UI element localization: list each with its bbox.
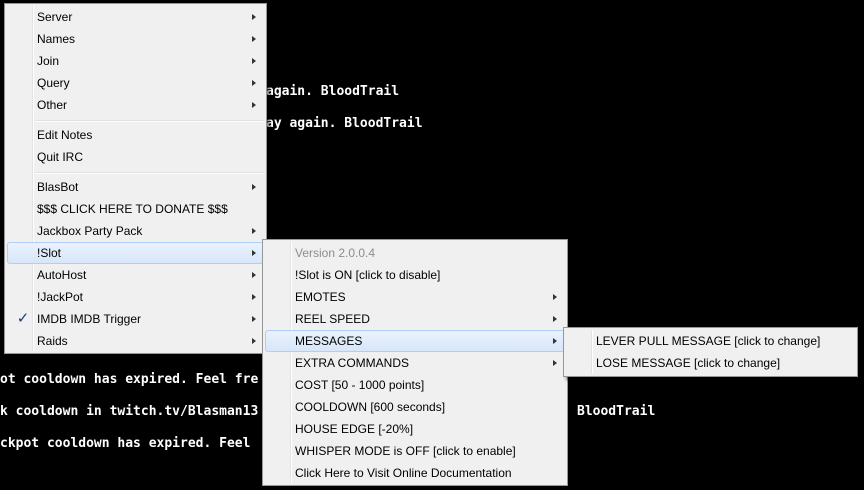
menu-item-cooldown[interactable]: COOLDOWN [600 seconds] (265, 396, 565, 418)
menu-item-label: LEVER PULL MESSAGE [click to change] (596, 334, 821, 348)
console-line-1: again. BloodTrail (266, 84, 400, 99)
submenu-arrow-icon (553, 294, 557, 300)
submenu-arrow-icon (252, 36, 256, 42)
menu-item-label: !JackPot (37, 290, 84, 304)
submenu-arrow-icon (252, 294, 256, 300)
menu-item-raids[interactable]: Raids (7, 330, 264, 352)
messages-submenu: LEVER PULL MESSAGE [click to change] LOS… (563, 327, 858, 377)
submenu-arrow-icon (252, 58, 256, 64)
menu-item-label: Version 2.0.0.4 (295, 246, 376, 260)
menu-item-whisper-mode[interactable]: WHISPER MODE is OFF [click to enable] (265, 440, 565, 462)
menu-item-donate[interactable]: $$$ CLICK HERE TO DONATE $$$ (7, 198, 264, 220)
menu-item-query[interactable]: Query (7, 72, 264, 94)
console-line-3: ot cooldown has expired. Feel fre (0, 372, 259, 387)
menu-item-label: Jackbox Party Pack (37, 224, 143, 238)
menu-item-label: Names (37, 32, 76, 46)
submenu-arrow-icon (252, 102, 256, 108)
menu-item-join[interactable]: Join (7, 50, 264, 72)
console-line-4-suffix: BloodTrail (577, 404, 656, 419)
menu-item-label: REEL SPEED (295, 312, 370, 326)
submenu-arrow-icon (553, 316, 557, 322)
menu-item-names[interactable]: Names (7, 28, 264, 50)
menu-item-extra-commands[interactable]: EXTRA COMMANDS (265, 352, 565, 374)
submenu-arrow-icon (252, 228, 256, 234)
submenu-arrow-icon (252, 338, 256, 344)
menu-item-messages[interactable]: MESSAGES (265, 330, 565, 352)
menu-item-label: $$$ CLICK HERE TO DONATE $$$ (37, 202, 228, 216)
menu-item-label: HOUSE EDGE [-20%] (295, 422, 414, 436)
console-line-2: ay again. BloodTrail (266, 116, 423, 131)
menu-item-label: Click Here to Visit Online Documentation (295, 466, 512, 480)
menu-item-autohost[interactable]: AutoHost (7, 264, 264, 286)
menu-item-jackpot[interactable]: !JackPot (7, 286, 264, 308)
submenu-arrow-icon (252, 272, 256, 278)
menu-item-label: Quit IRC (37, 150, 84, 164)
menu-item-label: !Slot (37, 246, 62, 260)
menu-item-label: Query (37, 76, 70, 90)
menu-item-edit-notes[interactable]: Edit Notes (7, 124, 264, 146)
menu-item-label: Edit Notes (37, 128, 93, 142)
menu-item-reel-speed[interactable]: REEL SPEED (265, 308, 565, 330)
menu-item-house-edge[interactable]: HOUSE EDGE [-20%] (265, 418, 565, 440)
menu-item-version: Version 2.0.0.4 (265, 242, 565, 264)
menu-item-server[interactable]: Server (7, 6, 264, 28)
menu-item-label: COST [50 - 1000 points] (295, 378, 425, 392)
submenu-arrow-icon (252, 184, 256, 190)
menu-item-online-docs[interactable]: Click Here to Visit Online Documentation (265, 462, 565, 484)
menu-item-label: EMOTES (295, 290, 346, 304)
menu-separator (35, 120, 264, 122)
menu-item-imdb[interactable]: ✓ IMDB IMDB Trigger (7, 308, 264, 330)
submenu-arrow-icon (553, 360, 557, 366)
submenu-arrow-icon (553, 338, 557, 344)
menu-item-label: MESSAGES (295, 334, 363, 348)
submenu-arrow-icon (252, 250, 256, 256)
menu-item-label: !Slot is ON [click to disable] (295, 268, 441, 282)
menu-item-label: LOSE MESSAGE [click to change] (596, 356, 781, 370)
menu-item-label: WHISPER MODE is OFF [click to enable] (295, 444, 516, 458)
menu-item-lever-pull-message[interactable]: LEVER PULL MESSAGE [click to change] (566, 330, 855, 352)
menu-item-label: Join (37, 54, 60, 68)
menu-item-slot-toggle[interactable]: !Slot is ON [click to disable] (265, 264, 565, 286)
main-context-menu: Server Names Join Query Other Edit Notes… (4, 3, 267, 354)
menu-item-label: COOLDOWN [600 seconds] (295, 400, 446, 414)
slot-submenu: Version 2.0.0.4 !Slot is ON [click to di… (262, 239, 568, 486)
menu-item-emotes[interactable]: EMOTES (265, 286, 565, 308)
menu-item-label: EXTRA COMMANDS (295, 356, 410, 370)
menu-item-label: Raids (37, 334, 68, 348)
menu-item-cost[interactable]: COST [50 - 1000 points] (265, 374, 565, 396)
menu-item-lose-message[interactable]: LOSE MESSAGE [click to change] (566, 352, 855, 374)
menu-item-label: BlasBot (37, 180, 79, 194)
menu-item-label: AutoHost (37, 268, 87, 282)
menu-item-blasbot[interactable]: BlasBot (7, 176, 264, 198)
console-line-5: ckpot cooldown has expired. Feel (0, 436, 251, 451)
menu-item-slot[interactable]: !Slot (7, 242, 264, 264)
menu-separator (35, 172, 264, 174)
submenu-arrow-icon (252, 14, 256, 20)
checkmark-icon: ✓ (16, 310, 30, 327)
menu-item-jackbox[interactable]: Jackbox Party Pack (7, 220, 264, 242)
console-line-4: k cooldown in twitch.tv/Blasman13 (0, 404, 259, 419)
menu-item-label: IMDB IMDB Trigger (37, 312, 142, 326)
menu-item-label: Other (37, 98, 68, 112)
submenu-arrow-icon (252, 80, 256, 86)
submenu-arrow-icon (252, 316, 256, 322)
menu-item-other[interactable]: Other (7, 94, 264, 116)
menu-item-label: Server (37, 10, 73, 24)
menu-item-quit-irc[interactable]: Quit IRC (7, 146, 264, 168)
